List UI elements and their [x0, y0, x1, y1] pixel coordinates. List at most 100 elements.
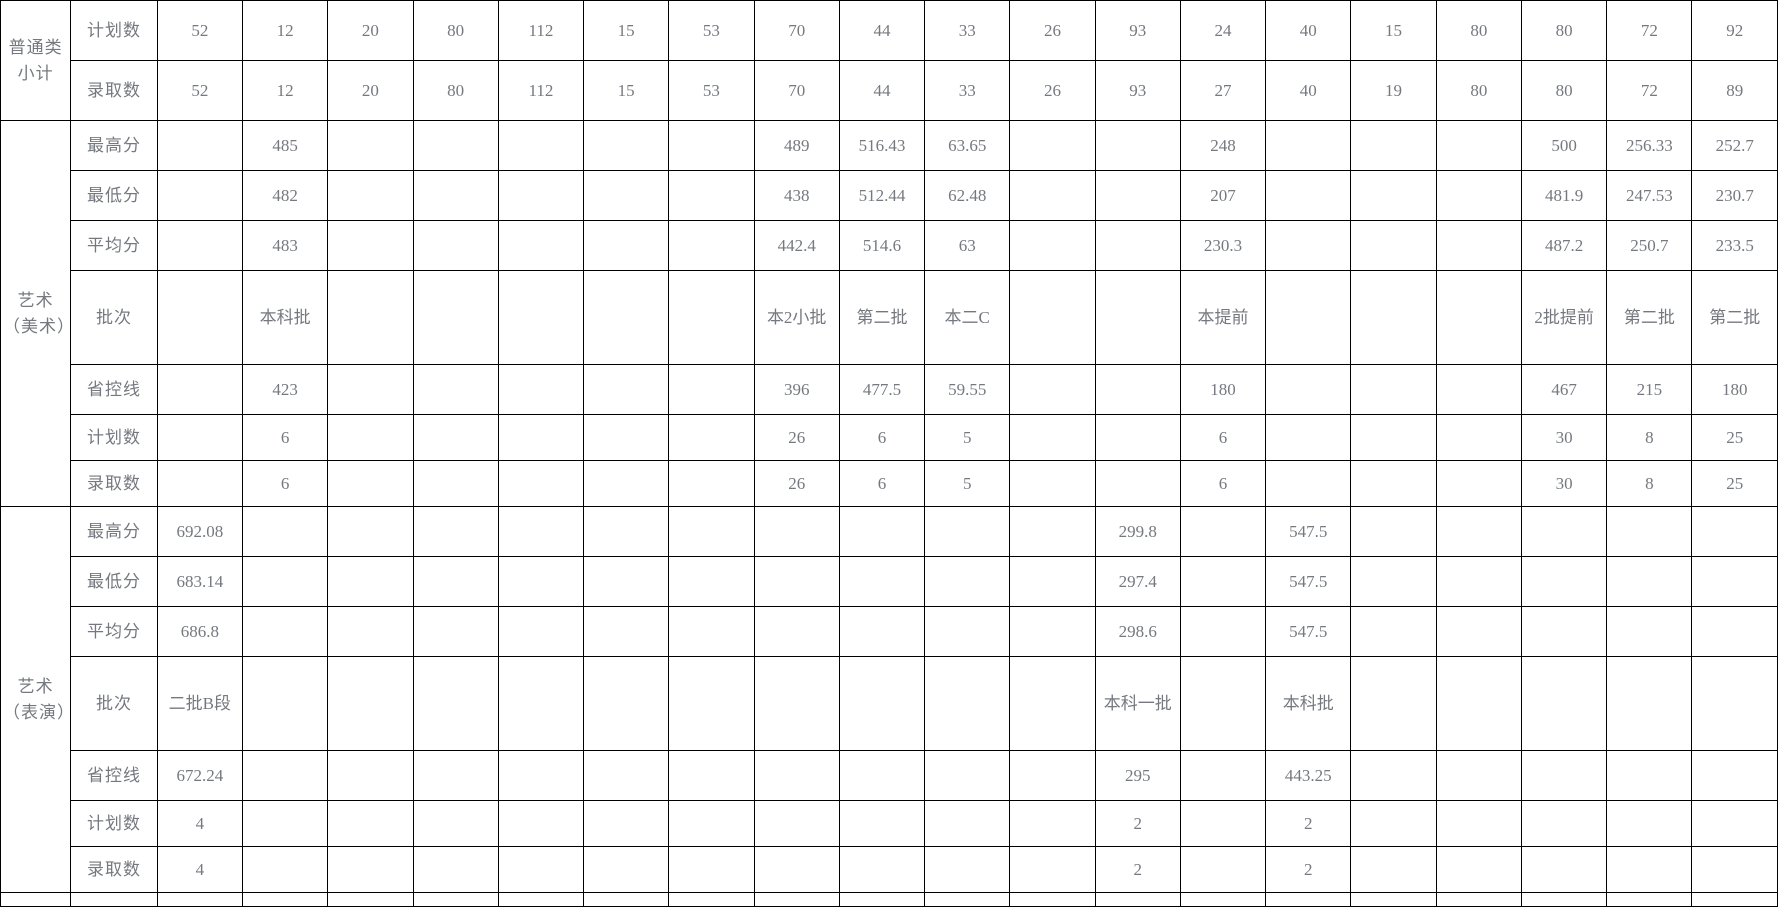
data-cell: 230.7 — [1691, 170, 1778, 221]
data-cell: 481.9 — [1520, 170, 1608, 221]
data-cell: 25 — [1691, 460, 1778, 507]
data-cell — [668, 220, 755, 271]
category-header-cell: 艺术（美术） — [0, 120, 72, 507]
table-row: 最低分 683.14 297.4 547.5 — [1, 556, 1778, 607]
data-cell: 52 — [156, 60, 243, 121]
data-cell: 547.5 — [1265, 556, 1352, 607]
data-cell — [1435, 800, 1522, 847]
category-header-cell — [0, 892, 72, 907]
data-cell — [1691, 846, 1778, 893]
data-cell — [327, 892, 414, 907]
data-cell — [1009, 750, 1096, 801]
data-cell — [838, 606, 926, 657]
data-cell — [497, 556, 585, 607]
data-cell — [412, 606, 499, 657]
metric-label-cell: 最高分 — [70, 506, 158, 557]
data-cell — [924, 656, 1011, 751]
data-cell — [327, 606, 414, 657]
table-row: 录取数 4 2 2 — [1, 846, 1778, 893]
table-row: 艺术（美术） 最高分 485 489 516.43 63.65 248 500 256.33 25… — [0, 120, 1778, 507]
data-cell: 33 — [924, 60, 1011, 121]
data-cell — [156, 220, 243, 271]
data-cell — [753, 750, 840, 801]
data-cell: 547.5 — [1265, 506, 1352, 557]
data-cell — [412, 414, 499, 461]
data-cell: 12 — [241, 60, 329, 121]
data-cell — [753, 846, 840, 893]
data-cell — [497, 270, 585, 365]
data-cell: 477.5 — [838, 364, 926, 415]
data-cell — [412, 892, 499, 907]
data-cell — [327, 270, 414, 365]
data-cell — [327, 506, 414, 557]
table-row: 艺术（表演） 最高分 692.08 299.8 547.5 — [0, 506, 1778, 893]
data-cell — [1179, 750, 1267, 801]
data-cell — [1009, 556, 1096, 607]
data-cell — [838, 656, 926, 751]
data-cell — [753, 656, 840, 751]
data-cell — [1606, 506, 1693, 557]
data-cell — [1350, 892, 1437, 907]
data-cell — [668, 506, 755, 557]
data-cell: 299.8 — [1094, 506, 1181, 557]
table-row: 平均分 483 442.4 514.6 63 230.3 487.2 250.7 233.5 — [1, 220, 1778, 271]
data-cell — [583, 846, 670, 893]
data-cell — [668, 846, 755, 893]
data-cell — [583, 656, 670, 751]
data-cell: 26 — [753, 414, 840, 461]
data-cell — [1350, 364, 1437, 415]
data-cell — [583, 606, 670, 657]
data-cell — [1350, 220, 1437, 271]
data-cell — [497, 414, 585, 461]
data-cell — [1350, 606, 1437, 657]
data-cell: 本2小批 — [753, 270, 840, 365]
data-cell — [583, 170, 670, 221]
data-cell — [583, 270, 670, 365]
data-cell — [1179, 800, 1267, 847]
data-cell — [241, 556, 329, 607]
data-cell: 2 — [1094, 800, 1181, 847]
metric-label-cell: 录取数 — [70, 846, 158, 893]
data-cell: 80 — [1435, 60, 1522, 121]
data-cell — [1350, 656, 1437, 751]
data-cell — [1520, 846, 1608, 893]
data-cell — [412, 556, 499, 607]
data-cell: 30 — [1520, 460, 1608, 507]
data-cell: 256.33 — [1606, 120, 1693, 171]
data-cell — [668, 270, 755, 365]
data-cell: 485 — [241, 120, 329, 171]
data-cell: 26 — [1009, 0, 1096, 61]
data-cell: 487.2 — [1520, 220, 1608, 271]
data-cell — [1009, 846, 1096, 893]
data-cell — [1009, 800, 1096, 847]
data-cell — [753, 606, 840, 657]
data-cell: 247.53 — [1606, 170, 1693, 221]
table-row: 录取数 6 26 6 5 6 30 8 25 — [1, 460, 1778, 507]
metric-label-cell: 最低分 — [70, 556, 158, 607]
data-cell — [1009, 606, 1096, 657]
data-cell — [668, 414, 755, 461]
data-cell — [241, 750, 329, 801]
data-cell — [1691, 556, 1778, 607]
data-cell: 19 — [1350, 60, 1437, 121]
data-cell — [412, 364, 499, 415]
data-cell — [1435, 270, 1522, 365]
data-cell — [156, 120, 243, 171]
table-row: 计划数 6 26 6 5 6 30 8 25 — [1, 414, 1778, 461]
data-cell: 6 — [838, 460, 926, 507]
data-cell — [1435, 364, 1522, 415]
data-cell: 5 — [924, 414, 1011, 461]
data-cell — [1009, 270, 1096, 365]
data-cell — [924, 606, 1011, 657]
data-cell — [1094, 460, 1181, 507]
data-cell — [838, 556, 926, 607]
data-cell — [1179, 656, 1267, 751]
data-cell: 63.65 — [924, 120, 1011, 171]
data-cell: 52 — [156, 0, 243, 61]
data-cell — [497, 460, 585, 507]
metric-label-cell — [70, 892, 158, 907]
table-row: 普通类小计 计划数 52 12 20 80 112 15 53 70 44 33 26 93 24 40 15 8… — [0, 0, 1778, 121]
score-statistics-table: 普通类小计 计划数 52 12 20 80 112 15 53 70 44 33 26 93 24 40 15 8… — [0, 0, 1778, 907]
data-cell — [1094, 270, 1181, 365]
data-cell: 547.5 — [1265, 606, 1352, 657]
